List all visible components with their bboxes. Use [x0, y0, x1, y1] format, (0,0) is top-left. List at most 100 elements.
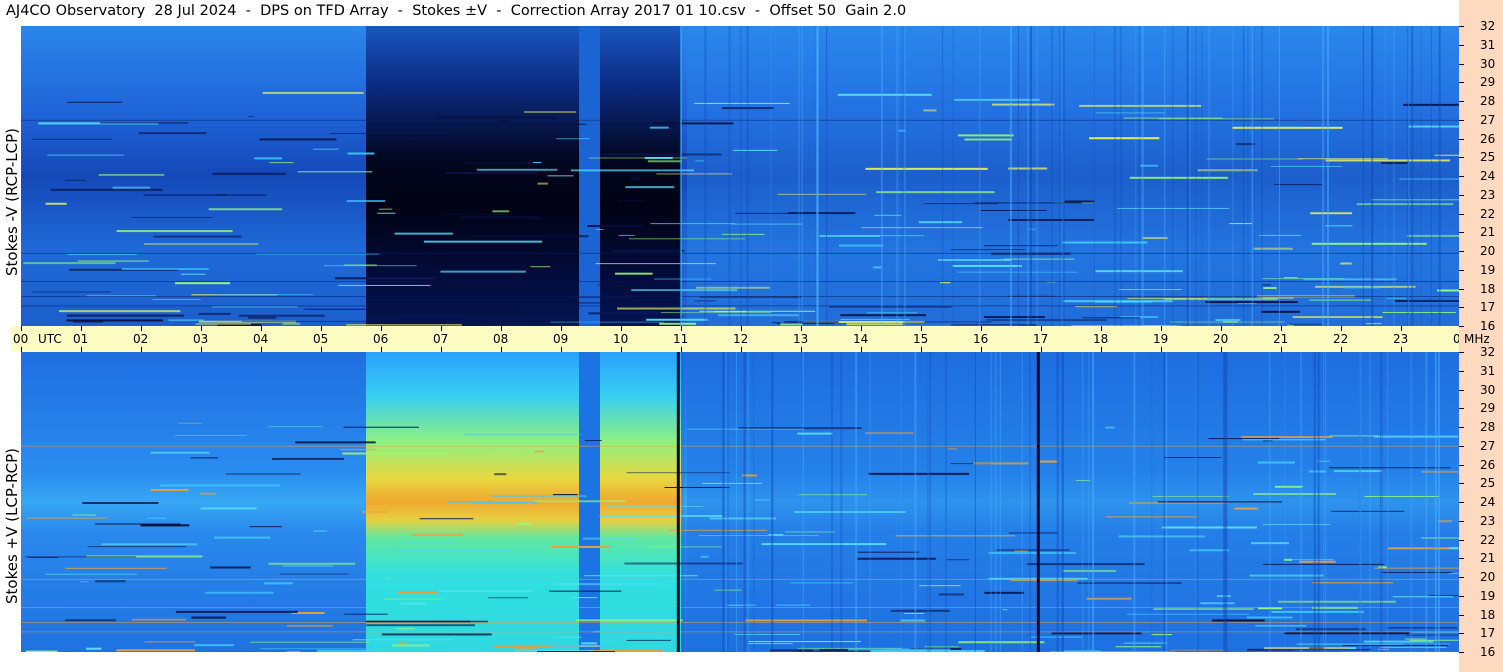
rfi-streak [313, 529, 328, 532]
freq-tick-mark [1459, 251, 1464, 252]
time-tick-label: 18 [1093, 332, 1109, 346]
time-tick-label: 08 [493, 332, 509, 346]
rfi-streak [1123, 642, 1167, 644]
rfi-streak [47, 154, 125, 156]
freq-tick-mark [1459, 26, 1464, 27]
freq-tick-label: 17 [1480, 300, 1496, 315]
vertical-streak [1411, 26, 1414, 326]
freq-tick-label: 32 [1480, 345, 1496, 359]
rfi-streak [1255, 625, 1307, 627]
rfi-streak [250, 641, 370, 643]
time-tick-mark [981, 326, 982, 331]
vertical-streak [1438, 26, 1441, 326]
vertical-streak [1251, 26, 1254, 326]
vertical-streak [1029, 26, 1032, 326]
time-tick-mark [141, 326, 142, 331]
rfi-streak [247, 316, 277, 319]
time-tick-mark [741, 326, 742, 331]
rfi-streak [1126, 613, 1250, 615]
rfi-streak [714, 311, 748, 313]
time-tick-label: 23 [1393, 332, 1409, 346]
rfi-streak [1366, 323, 1382, 325]
rfi-streak [492, 455, 526, 457]
rfi-streak [628, 238, 746, 240]
rfi-streak [440, 270, 526, 273]
rfi-streak [1333, 470, 1383, 473]
rfi-streak [423, 240, 543, 243]
rfi-streak [1264, 646, 1349, 649]
vertical-streak [1381, 352, 1383, 652]
rfi-streak [1118, 535, 1205, 538]
freq-tick-mark [1459, 138, 1464, 140]
freq-tick-mark [1459, 370, 1464, 372]
vertical-bright-line [680, 26, 682, 326]
rfi-streak [343, 264, 377, 266]
rfi-streak [1331, 510, 1405, 512]
freq-tick-mark [1459, 502, 1464, 503]
rfi-streak [1079, 104, 1202, 107]
rfi-streak [150, 489, 189, 492]
vertical-streak [1327, 26, 1330, 326]
time-tick-label: 02 [133, 332, 149, 346]
rfi-streak [868, 472, 970, 475]
freq-tick-mark [1459, 232, 1464, 234]
time-tick-label: 17 [1033, 332, 1049, 346]
rfi-streak [964, 138, 1013, 141]
rfi-streak [625, 186, 675, 189]
vertical-streak [840, 352, 843, 652]
vertical-streak [897, 26, 899, 326]
rfi-streak [45, 573, 137, 575]
rfi-streak [1206, 158, 1304, 160]
rfi-streak [313, 148, 339, 150]
rfi-streak [116, 649, 195, 652]
rfi-streak [1197, 169, 1258, 172]
rfi-streak [212, 172, 286, 175]
time-tick-mark [441, 326, 442, 331]
freq-tick-mark [1459, 213, 1464, 215]
vertical-streak [1300, 352, 1303, 652]
rfi-streak [80, 581, 89, 583]
freq-tick-mark [1459, 558, 1464, 560]
rfi-streak [394, 232, 453, 235]
rfi-streak [1027, 563, 1145, 566]
vertical-streak [1119, 26, 1122, 326]
rfi-streak [492, 210, 510, 213]
vertical-streak [1406, 26, 1409, 326]
freq-tick-mark [1459, 352, 1464, 353]
time-tick-mark [801, 326, 802, 331]
rfi-streak [419, 518, 474, 520]
rfi-line [21, 578, 1459, 580]
rfi-streak [1395, 299, 1459, 302]
vertical-streak [1026, 26, 1029, 326]
vertical-streak [1232, 26, 1234, 326]
freq-tick-label: 16 [1480, 319, 1496, 333]
rfi-streak [1095, 112, 1166, 114]
rfi-streak [31, 138, 113, 140]
time-tick-mark [1161, 326, 1162, 331]
rfi-streak [797, 432, 833, 435]
rfi-streak [923, 109, 937, 112]
rfi-streak [984, 245, 1058, 247]
rfi-streak [297, 171, 373, 173]
rfi-streak [1008, 218, 1094, 221]
rfi-streak [121, 268, 209, 271]
rfi-streak [150, 451, 210, 454]
rfi-streak [549, 590, 622, 592]
vertical-streak [1135, 26, 1137, 326]
rfi-streak [748, 643, 793, 645]
rfi-streak [212, 306, 298, 308]
vertical-streak [880, 26, 883, 326]
freq-tick-label: 24 [1480, 495, 1496, 509]
rfi-streak [588, 650, 664, 652]
vertical-streak [1151, 352, 1153, 652]
time-tick-label: 10 [613, 332, 629, 346]
vertical-streak [1186, 26, 1189, 326]
vertical-streak [1223, 352, 1226, 652]
rfi-streak [366, 624, 475, 627]
freq-tick-mark [1459, 119, 1464, 121]
vertical-streak [1172, 26, 1174, 326]
rfi-streak [537, 651, 616, 652]
vertical-dark-line [676, 352, 680, 652]
vertical-dark-line [1036, 352, 1040, 652]
rfi-streak [95, 523, 181, 525]
